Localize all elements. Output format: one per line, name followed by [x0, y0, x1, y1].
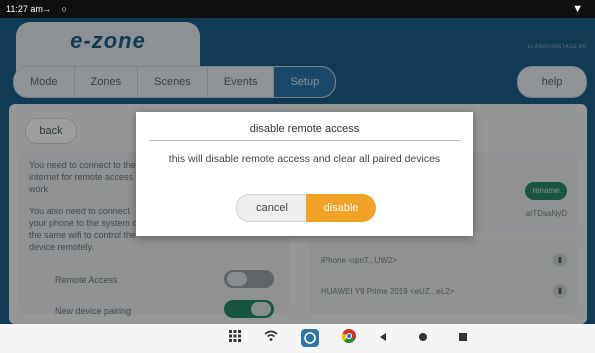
status-icons: → ○	[42, 4, 71, 14]
wifi-icon[interactable]	[262, 329, 280, 347]
wifi-signal-icon: ▼	[572, 3, 583, 15]
home-icon[interactable]	[416, 329, 430, 347]
dialog-title: disable remote access	[249, 123, 360, 135]
android-nav-bar	[0, 324, 595, 353]
dialog-divider	[150, 140, 460, 141]
recents-icon[interactable]	[456, 329, 470, 347]
apps-icon[interactable]	[226, 329, 244, 347]
dialog-message: this will disable remote access and clea…	[168, 153, 441, 165]
back-icon[interactable]	[376, 329, 390, 347]
chrome-icon[interactable]	[340, 329, 358, 347]
clock: 11:27 am	[6, 4, 43, 14]
disable-remote-access-dialog: disable remote access this will disable …	[136, 112, 473, 236]
cancel-button[interactable]: cancel	[236, 194, 308, 222]
disable-button[interactable]: disable	[306, 194, 376, 222]
ezone-app-icon[interactable]	[300, 329, 320, 347]
status-bar: 11:27 am → ○ ▼	[0, 0, 595, 18]
